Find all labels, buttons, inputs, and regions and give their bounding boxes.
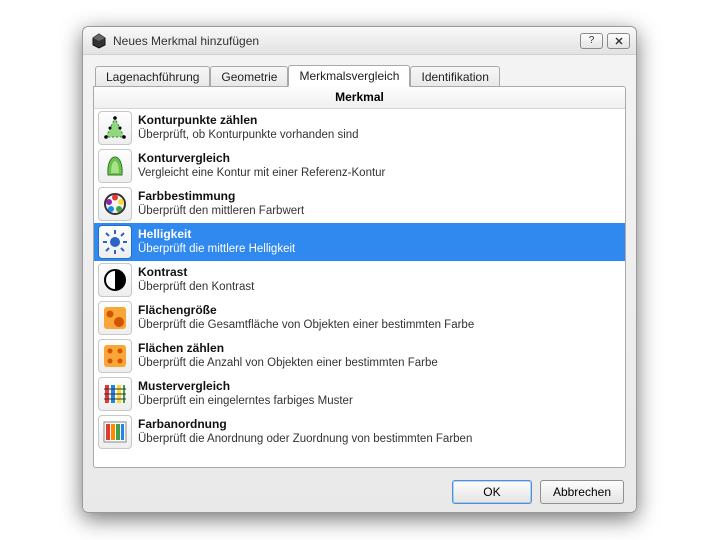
list-item-name: Farbbestimmung xyxy=(138,189,621,204)
list-item-name: Flächen zählen xyxy=(138,341,621,356)
titlebar[interactable]: Neues Merkmal hinzufügen ? xyxy=(83,27,636,55)
list-item[interactable]: Flächen zählenÜberprüft die Anzahl von O… xyxy=(94,337,625,375)
dialog-body: Lagenachführung Geometrie Merkmalsvergle… xyxy=(83,55,636,514)
window-title: Neues Merkmal hinzufügen xyxy=(113,34,576,48)
area-size-icon xyxy=(98,301,132,335)
list-item[interactable]: FlächengrößeÜberprüft die Gesamtfläche v… xyxy=(94,299,625,337)
tab-lagenachfuehrung[interactable]: Lagenachführung xyxy=(95,66,210,87)
tab-merkmalsvergleich[interactable]: Merkmalsvergleich xyxy=(288,65,410,87)
list-item-texts: FlächengrößeÜberprüft die Gesamtfläche v… xyxy=(138,303,621,332)
list-item[interactable]: MustervergleichÜberprüft ein eingelernte… xyxy=(94,375,625,413)
contour-points-icon xyxy=(98,111,132,145)
help-button[interactable]: ? xyxy=(580,33,603,49)
list-item-name: Kontrast xyxy=(138,265,621,280)
list-item-name: Mustervergleich xyxy=(138,379,621,394)
list-item-desc: Überprüft den mittleren Farbwert xyxy=(138,204,621,218)
list-item-texts: FarbbestimmungÜberprüft den mittleren Fa… xyxy=(138,189,621,218)
list-item-desc: Überprüft den Kontrast xyxy=(138,280,621,294)
tabstrip: Lagenachführung Geometrie Merkmalsvergle… xyxy=(93,63,626,86)
list-item-desc: Überprüft ein eingelerntes farbiges Must… xyxy=(138,394,621,408)
list-item-texts: HelligkeitÜberprüft die mittlere Helligk… xyxy=(138,227,621,256)
list-item-texts: KonturvergleichVergleicht eine Kontur mi… xyxy=(138,151,621,180)
color-detect-icon xyxy=(98,187,132,221)
dialog-button-row: OK Abbrechen xyxy=(93,480,626,504)
feature-list[interactable]: Konturpunkte zählenÜberprüft, ob Konturp… xyxy=(94,109,625,451)
list-item-name: Farbanordnung xyxy=(138,417,621,432)
app-icon xyxy=(91,33,107,49)
list-item[interactable]: KonturvergleichVergleicht eine Kontur mi… xyxy=(94,147,625,185)
area-count-icon xyxy=(98,339,132,373)
list-item[interactable]: FarbbestimmungÜberprüft den mittleren Fa… xyxy=(94,185,625,223)
cancel-button[interactable]: Abbrechen xyxy=(540,480,624,504)
dialog-window: Neues Merkmal hinzufügen ? Lagenachführu… xyxy=(82,26,637,513)
list-item-texts: MustervergleichÜberprüft ein eingelernte… xyxy=(138,379,621,408)
list-item-name: Helligkeit xyxy=(138,227,621,242)
list-item-texts: KontrastÜberprüft den Kontrast xyxy=(138,265,621,294)
brightness-icon xyxy=(98,225,132,259)
pattern-compare-icon xyxy=(98,377,132,411)
list-item-desc: Überprüft die mittlere Helligkeit xyxy=(138,242,621,256)
tab-identifikation[interactable]: Identifikation xyxy=(410,66,499,87)
list-item-name: Flächengröße xyxy=(138,303,621,318)
tab-geometrie[interactable]: Geometrie xyxy=(210,66,288,87)
ok-button[interactable]: OK xyxy=(452,480,532,504)
color-arrangement-icon xyxy=(98,415,132,449)
list-item-desc: Vergleicht eine Kontur mit einer Referen… xyxy=(138,166,621,180)
list-item-texts: Flächen zählenÜberprüft die Anzahl von O… xyxy=(138,341,621,370)
list-item-desc: Überprüft die Gesamtfläche von Objekten … xyxy=(138,318,621,332)
list-item-desc: Überprüft die Anzahl von Objekten einer … xyxy=(138,356,621,370)
list-item-name: Konturvergleich xyxy=(138,151,621,166)
list-item-desc: Überprüft, ob Konturpunkte vorhanden sin… xyxy=(138,128,621,142)
list-item-name: Konturpunkte zählen xyxy=(138,113,621,128)
tab-panel: Merkmal Konturpunkte zählenÜberprüft, ob… xyxy=(93,86,626,468)
contour-compare-icon xyxy=(98,149,132,183)
list-item[interactable]: HelligkeitÜberprüft die mittlere Helligk… xyxy=(94,223,625,261)
column-header-merkmal: Merkmal xyxy=(94,87,625,109)
contrast-icon xyxy=(98,263,132,297)
list-item-desc: Überprüft die Anordnung oder Zuordnung v… xyxy=(138,432,621,446)
close-button[interactable] xyxy=(607,33,630,49)
list-item[interactable]: FarbanordnungÜberprüft die Anordnung ode… xyxy=(94,413,625,451)
list-item-texts: FarbanordnungÜberprüft die Anordnung ode… xyxy=(138,417,621,446)
list-item[interactable]: Konturpunkte zählenÜberprüft, ob Konturp… xyxy=(94,109,625,147)
list-item[interactable]: KontrastÜberprüft den Kontrast xyxy=(94,261,625,299)
list-item-texts: Konturpunkte zählenÜberprüft, ob Konturp… xyxy=(138,113,621,142)
